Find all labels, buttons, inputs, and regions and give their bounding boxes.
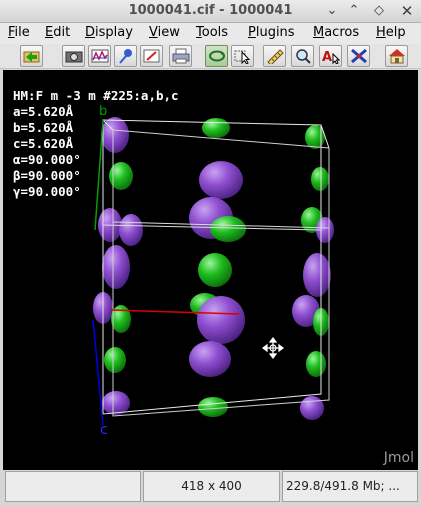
menu-bar: File Edit Display View Tools Plugins Mac… xyxy=(0,23,421,44)
menu-mnemonic: M xyxy=(313,25,325,40)
menu-macros[interactable]: Macros xyxy=(313,25,359,40)
jmol-brand: Jmol xyxy=(383,450,414,466)
atom-purple[interactable] xyxy=(102,245,130,289)
chevron-up-icon[interactable]: ⌃ xyxy=(345,2,363,20)
rotate-icon xyxy=(209,50,225,62)
pin-icon xyxy=(119,49,132,64)
print-icon xyxy=(172,48,190,64)
pin-button[interactable] xyxy=(114,45,137,67)
edit-button[interactable] xyxy=(140,45,163,67)
label-button[interactable]: A xyxy=(319,45,342,67)
info-line: β=90.000° xyxy=(13,168,81,183)
menu-view[interactable]: View xyxy=(149,25,180,40)
spectrum-icon xyxy=(91,49,109,63)
tools-button[interactable] xyxy=(347,45,370,67)
menu-mnemonic: E xyxy=(45,25,54,40)
menu-mnemonic: V xyxy=(149,25,158,40)
atom-purple[interactable] xyxy=(303,253,331,297)
spectrum-button[interactable] xyxy=(88,45,111,67)
menu-label: lugins xyxy=(255,25,295,40)
menu-mnemonic: P xyxy=(248,25,256,40)
chevron-down-icon[interactable]: ⌄ xyxy=(323,2,341,20)
atom-green[interactable] xyxy=(198,397,228,417)
menu-file[interactable]: File xyxy=(8,25,30,40)
atom-purple[interactable] xyxy=(119,214,143,246)
atom-green[interactable] xyxy=(104,347,126,373)
open-file-icon xyxy=(23,51,40,63)
atom-green[interactable] xyxy=(210,216,246,242)
screenshot-icon xyxy=(65,51,83,63)
edit-icon xyxy=(143,49,160,63)
menu-label: isplay xyxy=(95,25,133,40)
menu-label: dit xyxy=(53,25,71,40)
print-button[interactable] xyxy=(169,45,192,67)
measure-icon xyxy=(267,49,284,64)
menu-label: ools xyxy=(201,25,229,40)
title-bar: 1000041.cif - 1000041 ⌄ ⌃ ◇ ✕ xyxy=(0,0,421,23)
axis-c-label: c xyxy=(100,422,108,438)
info-line: a=5.620Å xyxy=(13,104,74,119)
tools-icon xyxy=(351,48,367,64)
label-icon: A xyxy=(322,50,340,64)
menu-mnemonic: D xyxy=(85,25,96,40)
menu-edit[interactable]: Edit xyxy=(45,25,70,40)
home-icon xyxy=(389,49,405,64)
status-memory: 229.8/491.8 Mb; ... xyxy=(282,471,418,502)
menu-label: iew xyxy=(157,25,180,40)
info-line: HM:F m -3 m #225:a,b,c xyxy=(13,88,179,103)
atom-green[interactable] xyxy=(306,351,326,377)
molecule-viewer[interactable]: b c HM:F m -3 m #225:a,b,c a=5.620Å b=5.… xyxy=(3,70,418,470)
menu-tools[interactable]: Tools xyxy=(196,25,228,40)
close-icon[interactable]: ✕ xyxy=(398,2,416,20)
status-message xyxy=(5,471,141,502)
info-line: γ=90.000° xyxy=(13,184,81,199)
menu-display[interactable]: Display xyxy=(85,25,133,40)
status-canvas-size: 418 x 400 xyxy=(143,471,280,502)
atom-purple[interactable] xyxy=(189,341,231,377)
menu-label: acros xyxy=(324,25,360,40)
zoom-icon xyxy=(296,49,311,64)
move-cursor-icon xyxy=(262,337,284,359)
select-icon xyxy=(234,50,251,64)
atom-green[interactable] xyxy=(311,167,329,191)
home-button[interactable] xyxy=(385,45,408,67)
symmetry-info: HM:F m -3 m #225:a,b,c a=5.620Å b=5.620Å… xyxy=(13,88,179,200)
screenshot-button[interactable] xyxy=(62,45,85,67)
rotate-button[interactable] xyxy=(205,45,228,67)
atom-green[interactable] xyxy=(202,118,230,138)
atom-purple[interactable] xyxy=(199,161,243,199)
atom-green[interactable] xyxy=(111,305,131,333)
atom-purple[interactable] xyxy=(300,396,324,420)
menu-label: ile xyxy=(14,25,30,40)
axis-c-line xyxy=(92,319,104,426)
svg-text:A: A xyxy=(322,50,332,64)
atom-purple[interactable] xyxy=(102,391,130,415)
atom-purple[interactable] xyxy=(197,296,245,344)
info-line: α=90.000° xyxy=(13,152,81,167)
select-button[interactable] xyxy=(231,45,254,67)
menu-help[interactable]: Help xyxy=(376,25,406,40)
toolbar: A xyxy=(0,44,421,69)
menu-plugins[interactable]: Plugins xyxy=(248,25,295,40)
atom-green[interactable] xyxy=(198,253,232,287)
info-line: b=5.620Å xyxy=(13,120,74,135)
zoom-button[interactable] xyxy=(291,45,314,67)
maximize-icon[interactable]: ◇ xyxy=(370,2,388,20)
status-bar: 418 x 400 229.8/491.8 Mb; ... xyxy=(0,471,421,506)
info-line: c=5.620Å xyxy=(13,136,74,151)
open-file-button[interactable] xyxy=(20,45,43,67)
menu-label: elp xyxy=(385,25,406,40)
measure-button[interactable] xyxy=(263,45,286,67)
menu-mnemonic: H xyxy=(376,25,386,40)
